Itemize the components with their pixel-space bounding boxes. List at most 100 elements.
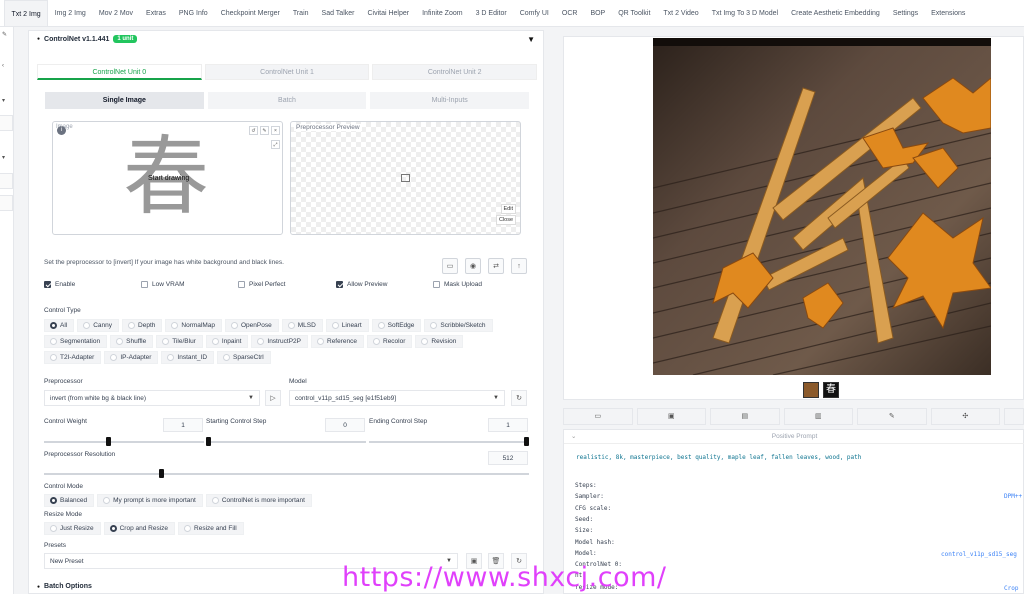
controlnet-header[interactable]: ● ControlNet v1.1.441 1 unit bbox=[37, 35, 138, 43]
brush-icon[interactable]: ✎ bbox=[260, 126, 269, 135]
tab-txt-img-to-3-d-model[interactable]: Txt Img To 3 D Model bbox=[705, 0, 784, 26]
chevron-down-icon[interactable]: ▾ bbox=[2, 97, 5, 104]
control-type-revision[interactable]: Revision bbox=[415, 335, 464, 348]
resize-icon[interactable]: ⤢ bbox=[271, 140, 280, 149]
ending-step-input[interactable]: 1 bbox=[488, 418, 528, 432]
control-type-normalmap[interactable]: NormalMap bbox=[165, 319, 222, 332]
batch-options-header[interactable]: ● Batch Options bbox=[37, 583, 92, 590]
positive-prompt-header[interactable]: ⌄ Positive Prompt bbox=[564, 430, 1024, 444]
control-weight-slider-track[interactable] bbox=[44, 441, 204, 443]
resize-mode-resize-and-fill[interactable]: Resize and Fill bbox=[178, 522, 244, 535]
control-type-instant-id[interactable]: Instant_ID bbox=[161, 351, 215, 364]
tab-multi-inputs[interactable]: Multi-Inputs bbox=[370, 92, 530, 109]
undo-icon[interactable]: ↺ bbox=[249, 126, 258, 135]
info-icon[interactable]: i bbox=[57, 126, 66, 135]
control-type-softedge[interactable]: SoftEdge bbox=[371, 319, 422, 332]
tab-sad-talker[interactable]: Sad Talker bbox=[315, 0, 361, 26]
send-to-extras-icon[interactable]: ✣ bbox=[930, 408, 1001, 425]
model-select[interactable]: control_v11p_sd15_seg [e1f51eb9] ▼ bbox=[289, 390, 505, 406]
control-type-depth[interactable]: Depth bbox=[122, 319, 163, 332]
thumbnail-control-map[interactable]: 春 bbox=[823, 382, 839, 398]
send-dimensions-icon[interactable]: ↑ bbox=[511, 258, 527, 274]
tab-txt-2-video[interactable]: Txt 2 Video bbox=[657, 0, 705, 26]
control-type-instructp2p[interactable]: InstructP2P bbox=[251, 335, 308, 348]
control-type-recolor[interactable]: Recolor bbox=[367, 335, 413, 348]
control-type-inpaint[interactable]: Inpaint bbox=[205, 335, 249, 348]
control-mode-my-prompt-is-more-important[interactable]: My prompt is more important bbox=[97, 494, 203, 507]
tab-3-d-editor[interactable]: 3 D Editor bbox=[469, 0, 513, 26]
send-to-inpaint-icon[interactable]: ✎ bbox=[857, 408, 927, 425]
collapsed-control[interactable] bbox=[0, 115, 13, 131]
control-type-tile-blur[interactable]: Tile/Blur bbox=[156, 335, 203, 348]
collapse-triangle-icon[interactable]: ▼ bbox=[527, 35, 535, 44]
low-vram-checkbox[interactable]: Low VRAM bbox=[141, 281, 185, 288]
control-type-segmentation[interactable]: Segmentation bbox=[44, 335, 108, 348]
close-icon[interactable]: × bbox=[271, 126, 280, 135]
preprocessor-resolution-slider-handle[interactable] bbox=[159, 469, 165, 478]
tab-checkpoint-merger[interactable]: Checkpoint Merger bbox=[214, 0, 286, 26]
control-type-openpose[interactable]: OpenPose bbox=[224, 319, 279, 332]
camera-icon[interactable]: ◉ bbox=[465, 258, 481, 274]
tab-qr-toolkit[interactable]: QR Toolkit bbox=[612, 0, 657, 26]
resize-mode-crop-and-resize[interactable]: Crop and Resize bbox=[103, 522, 176, 535]
preprocessor-resolution-slider-track[interactable] bbox=[44, 473, 529, 475]
collapsed-control[interactable] bbox=[0, 195, 13, 211]
tab-comfy-ui[interactable]: Comfy UI bbox=[513, 0, 555, 26]
control-type-reference[interactable]: Reference bbox=[311, 335, 364, 348]
tab-civitai-helper[interactable]: Civitai Helper bbox=[361, 0, 416, 26]
control-weight-input[interactable]: 1 bbox=[163, 418, 203, 432]
tab-unit-1[interactable]: ControlNet Unit 1 bbox=[204, 64, 370, 80]
more-icon[interactable] bbox=[1004, 408, 1024, 425]
tab-single-image[interactable]: Single Image bbox=[45, 92, 204, 109]
close-button[interactable]: Close bbox=[495, 215, 516, 225]
pixel-perfect-checkbox[interactable]: Pixel Perfect bbox=[238, 281, 286, 288]
starting-step-slider-track[interactable] bbox=[206, 441, 366, 443]
chevron-icon[interactable]: ‹ bbox=[2, 63, 4, 69]
tab-unit-2[interactable]: ControlNet Unit 2 bbox=[372, 64, 538, 80]
ending-step-slider-track[interactable] bbox=[369, 441, 529, 443]
collapsed-control[interactable] bbox=[0, 173, 13, 189]
run-preprocessor-icon[interactable]: ▷ bbox=[265, 390, 281, 406]
control-type-t2i-adapter[interactable]: T2I-Adapter bbox=[44, 351, 102, 364]
control-type-shuffle[interactable]: Shuffle bbox=[110, 335, 154, 348]
tab-unit-0[interactable]: ControlNet Unit 0 bbox=[37, 64, 202, 80]
preprocessor-select[interactable]: invert (from white bg & black line) ▼ bbox=[44, 390, 260, 406]
tab-extras[interactable]: Extras bbox=[140, 0, 173, 26]
control-type-sparsectrl[interactable]: SparseCtrl bbox=[217, 351, 271, 364]
pin-icon[interactable]: ✎ bbox=[2, 31, 7, 38]
tab-settings[interactable]: Settings bbox=[886, 0, 924, 26]
tab-bop[interactable]: BOP bbox=[584, 0, 612, 26]
save-icon[interactable]: ▣ bbox=[636, 408, 707, 425]
thumbnail-generated[interactable] bbox=[803, 382, 819, 398]
resize-mode-just-resize[interactable]: Just Resize bbox=[44, 522, 101, 535]
tab-img-2-img[interactable]: Img 2 Img bbox=[48, 0, 92, 26]
tab-ocr[interactable]: OCR bbox=[555, 0, 584, 26]
chevron-down-icon[interactable]: ▾ bbox=[2, 154, 5, 161]
control-type-lineart[interactable]: Lineart bbox=[325, 319, 369, 332]
mask-upload-checkbox[interactable]: Mask Upload bbox=[433, 281, 482, 288]
tab-infinite-zoom[interactable]: Infinite Zoom bbox=[416, 0, 469, 26]
control-type-canny[interactable]: Canny bbox=[77, 319, 120, 332]
swap-icon[interactable]: ⇄ bbox=[488, 258, 504, 274]
control-type-scribble-sketch[interactable]: Scribble/Sketch bbox=[424, 319, 493, 332]
refresh-icon[interactable]: ↻ bbox=[511, 390, 527, 406]
webcam-icon[interactable]: ▭ bbox=[442, 258, 458, 274]
folder-icon[interactable]: ▭ bbox=[563, 408, 633, 425]
zip-icon[interactable]: ▤ bbox=[710, 408, 780, 425]
allow-preview-checkbox[interactable]: Allow Preview bbox=[336, 281, 387, 288]
control-type-all[interactable]: All bbox=[44, 319, 75, 332]
send-to-img2img-icon[interactable]: ▥ bbox=[783, 408, 854, 425]
control-mode-balanced[interactable]: Balanced bbox=[44, 494, 95, 507]
preprocessor-resolution-input[interactable]: 512 bbox=[488, 451, 528, 465]
starting-step-slider-handle[interactable] bbox=[206, 437, 211, 446]
image-canvas[interactable]: Image i 春 Start drawing ↺ ✎ × ⤢ bbox=[52, 121, 283, 235]
enable-checkbox[interactable]: Enable bbox=[44, 281, 75, 288]
tab-batch[interactable]: Batch bbox=[207, 92, 367, 109]
tab-mov-2-mov[interactable]: Mov 2 Mov bbox=[92, 0, 139, 26]
tab-create-aesthetic-embedding[interactable]: Create Aesthetic Embedding bbox=[785, 0, 887, 26]
ending-step-slider-handle[interactable] bbox=[524, 437, 529, 446]
tab-txt-2-img[interactable]: Txt 2 Img bbox=[4, 0, 49, 26]
control-weight-slider-handle[interactable] bbox=[106, 437, 111, 446]
control-type-ip-adapter[interactable]: IP-Adapter bbox=[104, 351, 159, 364]
starting-step-input[interactable]: 0 bbox=[325, 418, 365, 432]
